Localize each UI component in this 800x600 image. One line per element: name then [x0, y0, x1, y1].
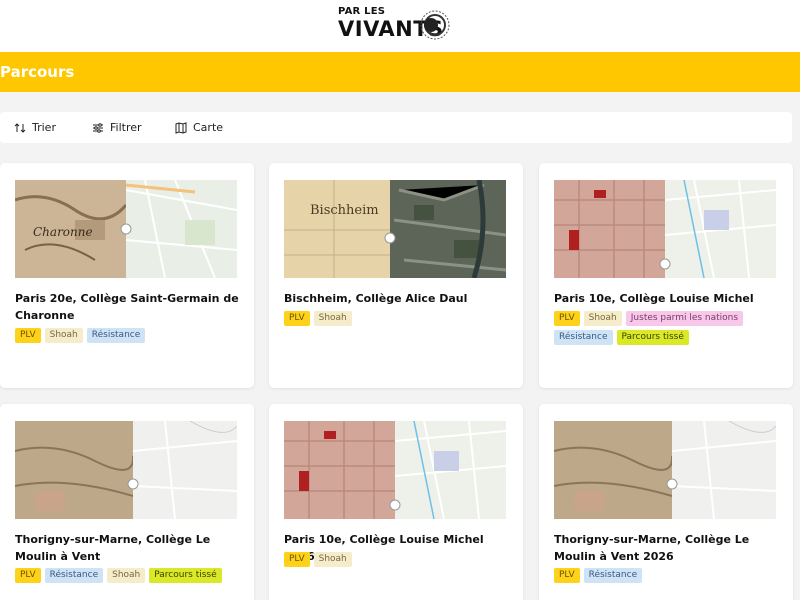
tag: PLV: [15, 328, 41, 343]
parcours-card[interactable]: Thorigny-sur-Marne, Collège Le Moulin à …: [0, 404, 254, 600]
filter-label: Filtrer: [110, 121, 142, 134]
sort-icon: [14, 122, 26, 133]
page-title: Parcours: [0, 63, 75, 81]
tag: Résistance: [86, 328, 146, 343]
parcours-card[interactable]: Charonne Paris 20e, Collège Saint-Germai…: [0, 163, 254, 388]
tag-list: PLV Shoah: [284, 552, 514, 567]
tag-list: PLV Résistance Shoah Parcours tissé: [15, 568, 245, 583]
toolbar: Trier Filtrer Carte: [0, 112, 792, 143]
map-icon: [175, 121, 187, 134]
card-title[interactable]: Thorigny-sur-Marne, Collège Le Moulin à …: [15, 531, 240, 565]
card-title[interactable]: Paris 10e, Collège Louise Michel: [554, 290, 779, 307]
card-title[interactable]: Paris 20e, Collège Saint-Germain de Char…: [15, 290, 240, 324]
map-thumbnail: [554, 180, 776, 278]
map-thumbnail: Bischheim: [284, 180, 506, 278]
tag-list: PLV Résistance: [554, 568, 784, 583]
parcours-card[interactable]: Paris 10e, Collège Louise Michel 2026 PL…: [269, 404, 523, 600]
tag: Shoah: [313, 311, 352, 326]
parcours-card[interactable]: Bischheim Bischheim, Collège Alice Daul …: [269, 163, 523, 388]
tag: Parcours tissé: [149, 568, 222, 583]
tag: Résistance: [583, 568, 643, 583]
tag: Justes parmi les nations: [625, 311, 744, 326]
site-header: PAR LES VIVANTS: [0, 0, 800, 52]
map-thumbnail: [554, 421, 776, 519]
filter-button[interactable]: Filtrer: [92, 112, 142, 143]
map-thumbnail: [15, 421, 237, 519]
map-button[interactable]: Carte: [175, 112, 223, 143]
sort-label: Trier: [32, 121, 56, 134]
map-place-label: Charonne: [33, 225, 93, 239]
tag: Shoah: [107, 568, 146, 583]
tag: Résistance: [554, 330, 613, 345]
tag: Parcours tissé: [616, 330, 689, 345]
page-banner: Parcours: [0, 52, 800, 92]
parcours-card[interactable]: Thorigny-sur-Marne, Collège Le Moulin à …: [539, 404, 793, 600]
map-label: Carte: [193, 121, 224, 134]
map-thumbnail: Charonne: [15, 180, 237, 278]
tag: PLV: [15, 568, 41, 583]
tag: PLV: [284, 311, 310, 326]
tag-list: PLV Shoah Résistance: [15, 328, 245, 343]
map-thumbnail: [284, 421, 506, 519]
card-title[interactable]: Bischheim, Collège Alice Daul: [284, 290, 509, 307]
tag: Shoah: [313, 552, 352, 567]
tag: Résistance: [44, 568, 104, 583]
filter-icon: [93, 122, 103, 133]
tag: PLV: [284, 552, 310, 567]
tag: PLV: [554, 568, 580, 583]
tag: Shoah: [583, 311, 622, 326]
tag-list: PLV Shoah Justes parmi les nations Résis…: [554, 311, 784, 345]
logo-circle-icon: [420, 10, 450, 40]
logo-line1: PAR LES: [338, 6, 386, 17]
map-place-label: Bischheim: [310, 203, 379, 218]
card-title[interactable]: Thorigny-sur-Marne, Collège Le Moulin à …: [554, 531, 779, 565]
site-logo[interactable]: PAR LES VIVANTS: [338, 6, 452, 48]
parcours-card[interactable]: Paris 10e, Collège Louise Michel PLV Sho…: [539, 163, 793, 388]
sort-button[interactable]: Trier: [14, 112, 56, 143]
tag: PLV: [554, 311, 580, 326]
tag-list: PLV Shoah: [284, 311, 514, 326]
tag: Shoah: [44, 328, 83, 343]
